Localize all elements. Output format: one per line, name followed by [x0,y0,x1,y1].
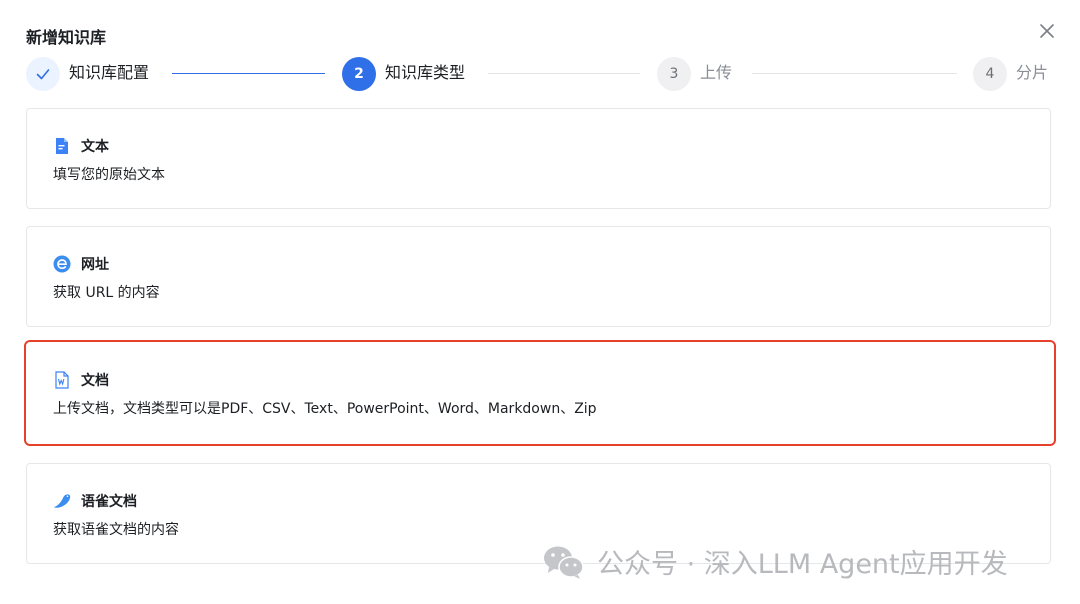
option-title: 语雀文档 [81,494,137,510]
watermark-text: 公众号 · 深入LLM Agent应用开发 [597,549,1008,580]
step-1-label: 知识库配置 [69,63,150,82]
option-card-text[interactable]: 文本 填写您的原始文本 [26,108,1051,209]
option-card-document[interactable]: 文档 上传文档，文档类型可以是PDF、CSV、Text、PowerPoint、W… [24,340,1056,446]
option-description: 填写您的原始文本 [53,167,165,183]
word-document-icon [53,371,71,389]
option-card-url[interactable]: 网址 获取 URL 的内容 [26,226,1051,327]
option-title: 文档 [81,373,109,389]
web-globe-icon [53,255,71,273]
dialog-title: 新增知识库 [26,28,107,47]
step-connector-1 [172,73,325,74]
option-description: 上传文档，文档类型可以是PDF、CSV、Text、PowerPoint、Word… [53,401,597,417]
step-4-number: 4 [973,57,1007,91]
step-connector-3 [752,73,957,74]
step-1-check-icon [26,57,60,91]
wechat-icon [544,546,584,579]
option-title: 文本 [81,139,109,155]
close-icon[interactable] [1036,20,1058,42]
text-file-icon [53,137,71,155]
option-description: 获取 URL 的内容 [53,285,160,301]
option-title: 网址 [81,257,109,273]
yuque-bird-icon [53,492,71,510]
watermark: 公众号 · 深入LLM Agent应用开发 [543,542,1008,581]
step-4-label: 分片 [1016,63,1049,82]
step-3-number: 3 [657,57,691,91]
step-2-label: 知识库类型 [385,63,466,82]
step-connector-2 [488,73,640,74]
step-3-label: 上传 [700,63,733,82]
new-knowledge-base-dialog: 新增知识库 知识库配置 2 知识库类型 3 上传 4 分片 文本 填写您的原始文… [0,0,1080,604]
step-2-number: 2 [342,57,376,91]
option-description: 获取语雀文档的内容 [53,522,179,538]
